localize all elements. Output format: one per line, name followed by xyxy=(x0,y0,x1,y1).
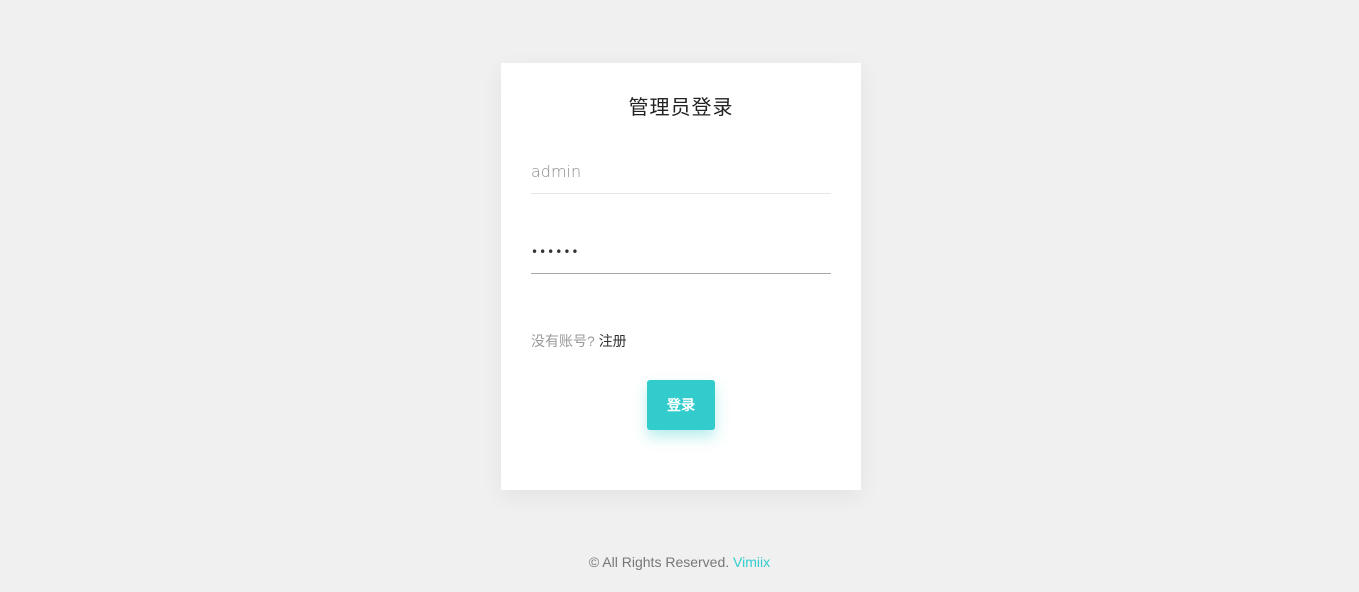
login-button[interactable]: 登录 xyxy=(647,380,715,430)
password-field-wrapper xyxy=(531,230,831,274)
footer: © All Rights Reserved. Vimiix xyxy=(0,554,1359,570)
username-field-wrapper xyxy=(531,150,831,194)
register-row: 没有账号? 注册 xyxy=(531,331,627,351)
password-input[interactable] xyxy=(531,230,831,274)
register-link[interactable]: 注册 xyxy=(599,333,627,349)
username-input[interactable] xyxy=(531,150,831,194)
login-card: 管理员登录 没有账号? 注册 登录 xyxy=(501,63,861,490)
login-title: 管理员登录 xyxy=(628,97,734,119)
copyright-text: © All Rights Reserved. xyxy=(588,554,730,570)
brand-link[interactable]: Vimiix xyxy=(733,554,770,570)
register-prompt: 没有账号? xyxy=(531,333,595,349)
